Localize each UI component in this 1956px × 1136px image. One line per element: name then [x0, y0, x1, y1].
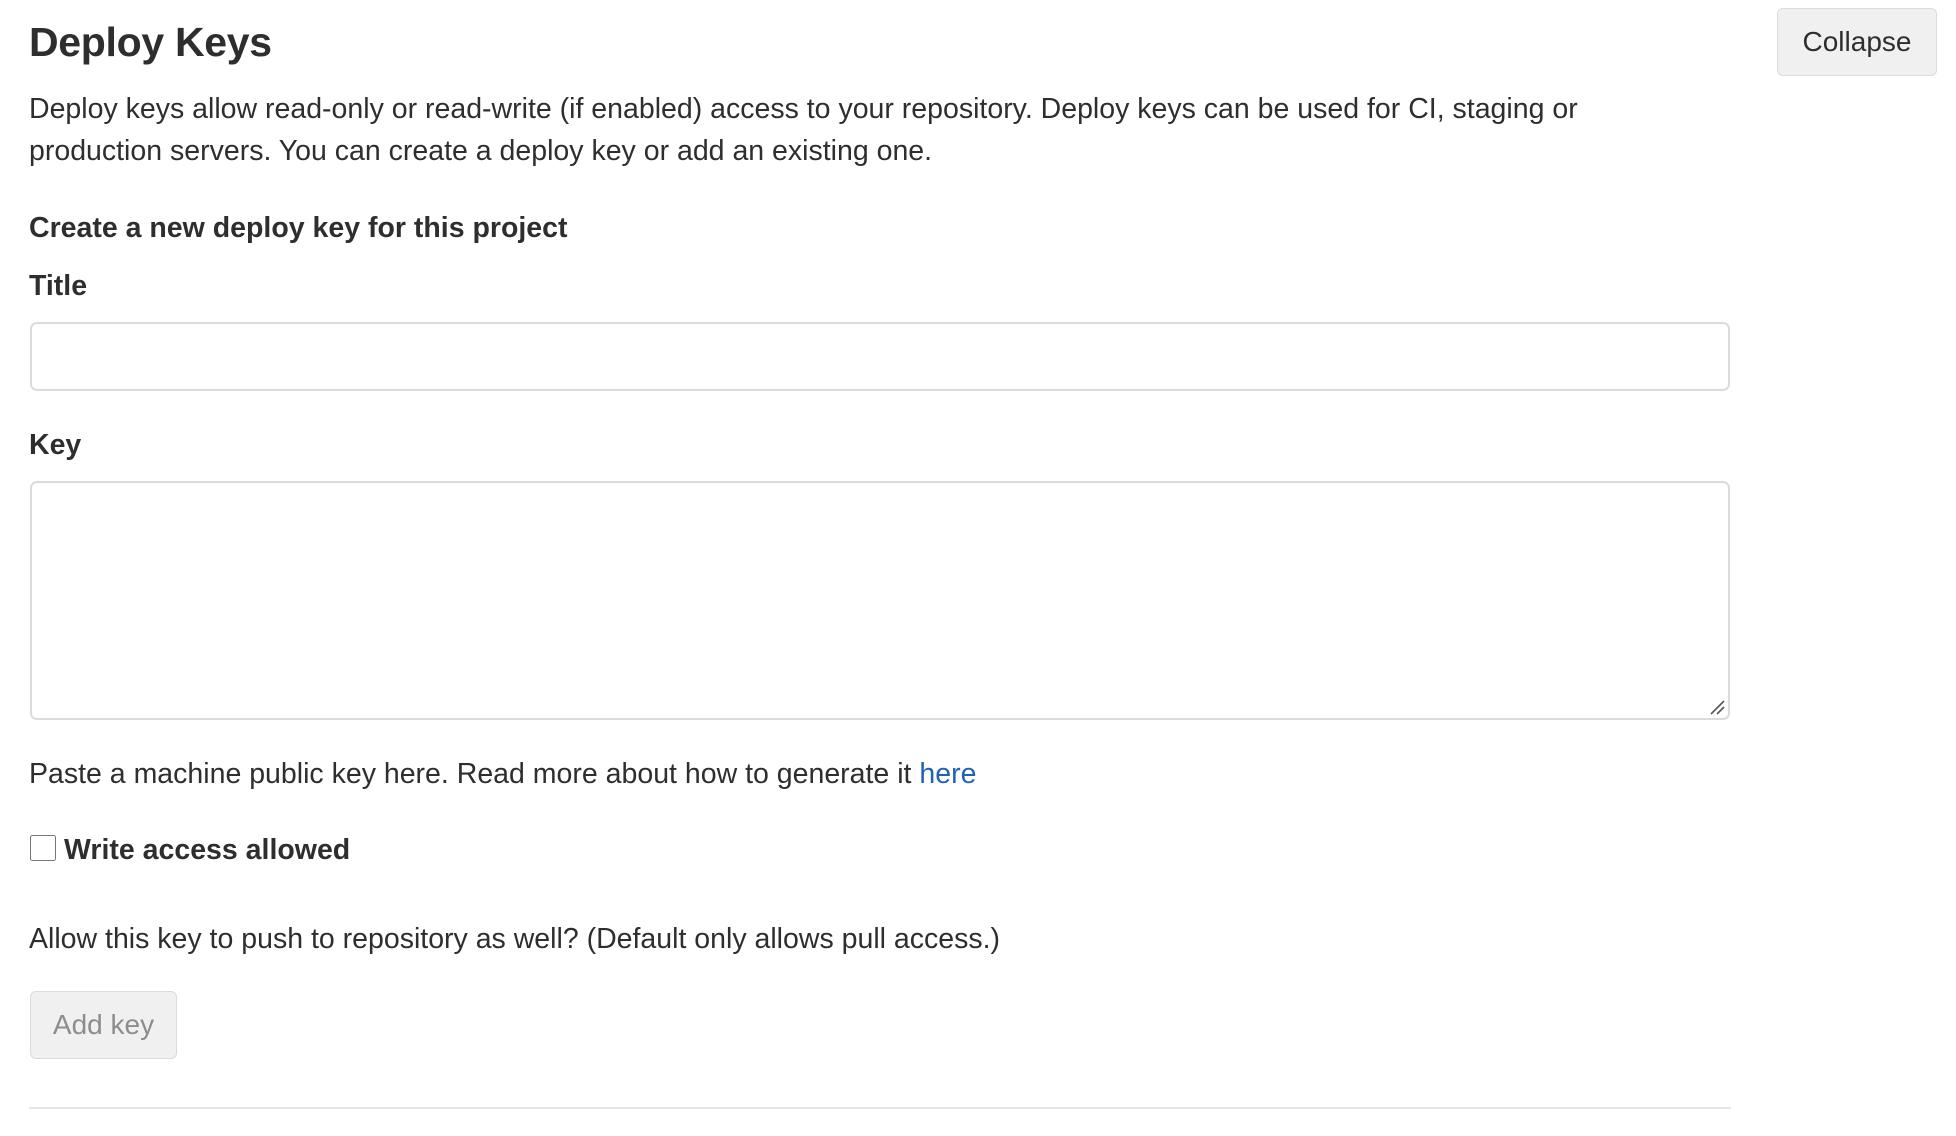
key-textarea[interactable]: [30, 481, 1730, 720]
resize-handle-icon[interactable]: [1709, 699, 1725, 715]
key-help-text: Paste a machine public key here. Read mo…: [29, 754, 976, 794]
section-title: Deploy Keys: [29, 19, 272, 65]
add-key-button[interactable]: Add key: [30, 991, 177, 1059]
create-deploy-key-heading: Create a new deploy key for this project: [29, 212, 568, 244]
write-access-label[interactable]: Write access allowed: [64, 830, 350, 870]
write-access-checkbox[interactable]: [30, 835, 56, 861]
collapse-button[interactable]: Collapse: [1777, 8, 1937, 76]
section-description: Deploy keys allow read-only or read-writ…: [29, 93, 1578, 167]
key-help-prefix: Paste a machine public key here. Read mo…: [29, 758, 920, 790]
generate-key-help-link[interactable]: here: [919, 758, 976, 790]
title-input[interactable]: [30, 322, 1730, 391]
deploy-keys-settings-section: Deploy Keys Collapse Deploy keys allow r…: [0, 0, 1956, 1136]
write-access-help-text: Allow this key to push to repository as …: [29, 923, 1001, 955]
key-field-label: Key: [29, 429, 82, 461]
section-divider: [29, 1107, 1731, 1109]
title-field-label: Title: [29, 270, 88, 302]
write-access-row[interactable]: Write access allowed: [30, 830, 350, 870]
